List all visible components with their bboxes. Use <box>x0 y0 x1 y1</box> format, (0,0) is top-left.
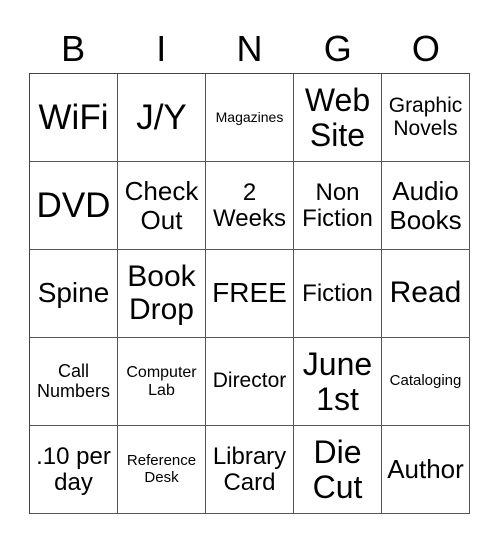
bingo-cell[interactable]: 2 Weeks <box>206 162 294 250</box>
cell-label: DVD <box>36 185 111 225</box>
bingo-cell[interactable]: Non Fiction <box>294 162 382 250</box>
bingo-board: WiFi J/Y Magazines Web Site Graphic Nove… <box>29 73 470 514</box>
cell-label: Non Fiction <box>302 178 373 232</box>
bingo-cell[interactable]: Die Cut <box>294 426 382 514</box>
cell-label: Computer Lab <box>126 364 197 399</box>
cell-label: Web Site <box>304 81 371 153</box>
header-letter-b: B <box>61 28 86 69</box>
cell-label: June 1st <box>302 345 373 417</box>
bingo-cell[interactable]: Cataloging <box>382 338 470 426</box>
bingo-cell[interactable]: Author <box>382 426 470 514</box>
cell-label: Director <box>212 369 287 393</box>
bingo-cell[interactable]: Audio Books <box>382 162 470 250</box>
cell-label: Audio Books <box>389 176 462 235</box>
cell-label: .10 per day <box>36 442 111 496</box>
cell-label: FREE <box>212 277 287 309</box>
bingo-cell[interactable]: Reference Desk <box>118 426 206 514</box>
bingo-cell[interactable]: Director <box>206 338 294 426</box>
bingo-header: B I N G O <box>29 26 470 72</box>
bingo-cell[interactable]: DVD <box>30 162 118 250</box>
bingo-cell[interactable]: June 1st <box>294 338 382 426</box>
cell-label: Graphic Novels <box>388 93 463 140</box>
bingo-cell[interactable]: Fiction <box>294 250 382 338</box>
cell-label: WiFi <box>38 97 109 137</box>
cell-label: Reference Desk <box>126 452 197 486</box>
cell-label: Check Out <box>124 176 199 235</box>
bingo-cell[interactable]: Spine <box>30 250 118 338</box>
bingo-cell[interactable]: Computer Lab <box>118 338 206 426</box>
cell-label: Read <box>389 276 462 310</box>
header-letter-i: I <box>156 28 167 69</box>
bingo-cell[interactable]: Read <box>382 250 470 338</box>
cell-label: Cataloging <box>389 372 462 390</box>
header-letter-n: N <box>236 28 263 69</box>
cell-label: Call Numbers <box>36 361 111 401</box>
cell-label: Magazines <box>215 108 284 125</box>
bingo-cell[interactable]: .10 per day <box>30 426 118 514</box>
cell-label: Library Card <box>212 442 287 496</box>
cell-label: Spine <box>37 277 110 309</box>
header-letter-g: G <box>323 28 352 69</box>
bingo-cell[interactable]: Web Site <box>294 74 382 162</box>
cell-label: J/Y <box>136 97 187 137</box>
cell-label: 2 Weeks <box>213 178 286 232</box>
bingo-cell[interactable]: FREE <box>206 250 294 338</box>
header-letter-o: O <box>411 28 440 69</box>
bingo-cell[interactable]: Book Drop <box>118 250 206 338</box>
cell-label: Die Cut <box>312 433 363 505</box>
bingo-cell[interactable]: J/Y <box>118 74 206 162</box>
bingo-cell[interactable]: Check Out <box>118 162 206 250</box>
bingo-cell[interactable]: Graphic Novels <box>382 74 470 162</box>
bingo-cell[interactable]: Call Numbers <box>30 338 118 426</box>
cell-label: Fiction <box>302 279 373 307</box>
bingo-cell[interactable]: Library Card <box>206 426 294 514</box>
cell-label: Author <box>387 454 464 485</box>
bingo-cell[interactable]: WiFi <box>30 74 118 162</box>
cell-label: Book Drop <box>127 260 196 326</box>
bingo-cell[interactable]: Magazines <box>206 74 294 162</box>
